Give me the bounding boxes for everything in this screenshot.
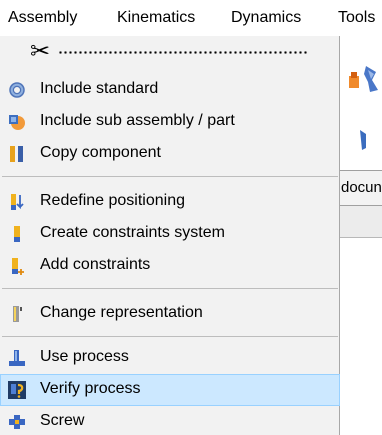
menu-item-copy-component[interactable]: Copy component [0,138,340,170]
menu-item-label: Change representation [40,304,203,321]
menu-item-redefine-positioning[interactable]: Redefine positioning [0,186,340,218]
menu-item-label: Redefine positioning [40,192,185,209]
representation-icon [13,306,22,322]
menu-item-label: Include sub assembly / part [40,112,235,129]
add-constraints-icon [12,258,24,275]
app-window: Assembly Kinematics Dynamics Tools docun… [0,0,382,435]
subassembly-icon [9,115,25,130]
constraints-system-icon [14,226,20,242]
tear-off-bar[interactable]: ✂ [0,36,340,68]
menu-separator [2,176,338,177]
toolbar-tool-icon[interactable] [346,70,362,92]
menu-item-label: Copy component [40,144,161,161]
menu-item-include-sub-assembly[interactable]: Include sub assembly / part [0,106,340,138]
toolbar-part-icon[interactable] [358,128,368,152]
document-tab-strip [340,206,382,238]
toolbar-robot-icon[interactable] [362,64,382,94]
scissors-icon: ✂ [30,38,51,65]
menu-item-label: Create constraints system [40,224,225,241]
copy-component-icon [10,146,23,162]
menu-assembly[interactable]: Assembly [8,9,77,27]
tear-off-dotted-line [58,51,308,54]
menu-kinematics[interactable]: Kinematics [117,9,195,27]
menu-item-create-constraints-system[interactable]: Create constraints system [0,218,340,250]
menu-bar: Assembly Kinematics Dynamics Tools [0,0,382,36]
menu-item-use-process[interactable]: Use process [0,342,340,374]
menu-item-label: Add constraints [40,256,151,273]
menu-item-verify-process[interactable]: Verify process [0,374,340,406]
verify-process-icon [8,381,26,399]
menu-item-include-standard[interactable]: Include standard [0,74,340,106]
menu-item-label: Verify process [40,380,141,397]
assembly-dropdown-menu: ✂ Include standard Include sub assembly … [0,36,340,435]
screw-icon [9,415,25,429]
gear-ring-icon [9,82,25,98]
menu-item-label: Include standard [40,80,159,97]
use-process-icon [9,350,25,366]
menu-item-label: Screw [40,412,85,429]
menu-separator [2,288,338,289]
menu-item-add-constraints[interactable]: Add constraints [0,250,340,282]
menu-dynamics[interactable]: Dynamics [231,9,301,27]
document-tab-label: docun [341,179,382,196]
menu-item-screw[interactable]: Screw [0,406,340,435]
menu-separator [2,336,338,337]
menu-item-change-representation[interactable]: Change representation [0,298,340,330]
menu-item-label: Use process [40,348,129,365]
document-tab[interactable]: docun [340,170,382,206]
menu-tools[interactable]: Tools [338,9,375,27]
redefine-positioning-icon [11,194,24,210]
